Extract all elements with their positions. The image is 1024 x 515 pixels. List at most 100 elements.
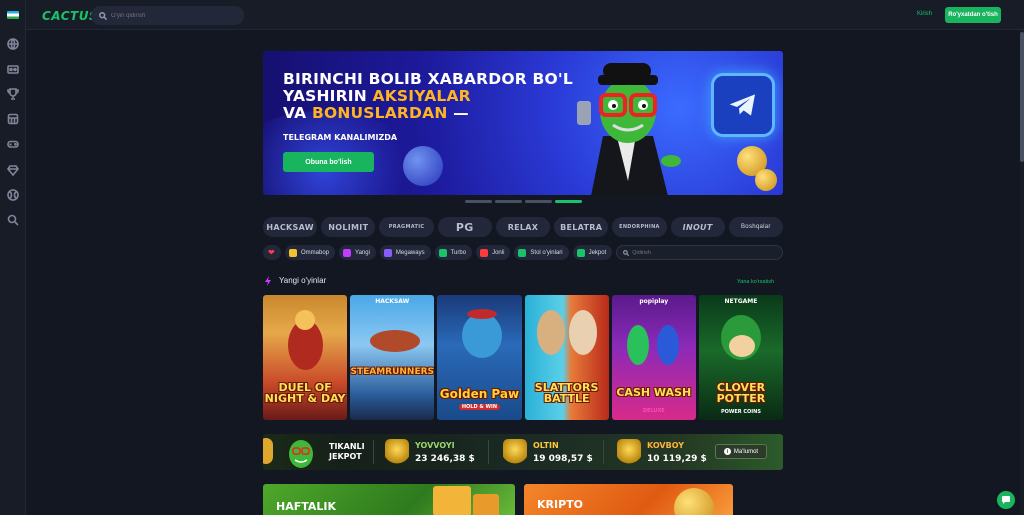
providers-more-button[interactable]: Boshqalar bbox=[728, 217, 783, 237]
game-title: CASH WASH bbox=[616, 386, 692, 399]
game-art bbox=[370, 330, 421, 352]
promo-card-weekly[interactable]: HAFTALIK bbox=[263, 484, 515, 515]
jackpot-amount: 19 098,57 $ bbox=[533, 454, 593, 464]
provider-inout[interactable]: INOUT bbox=[670, 217, 725, 237]
game-title: CLOVER POTTER bbox=[716, 381, 766, 405]
game-subtitle: HOLD & WIN bbox=[459, 404, 500, 410]
provider-nolimit[interactable]: NOLIMIT bbox=[321, 217, 376, 237]
slot-icon[interactable] bbox=[6, 112, 20, 126]
game-art bbox=[656, 325, 679, 365]
banner-dot-active[interactable] bbox=[555, 200, 582, 203]
info-icon: i bbox=[723, 448, 731, 455]
header-search-input[interactable] bbox=[111, 12, 231, 19]
game-card[interactable]: popiplay CASH WASH DELUXE bbox=[611, 295, 696, 420]
language-flag-icon[interactable] bbox=[7, 11, 19, 19]
sports-icon[interactable] bbox=[6, 188, 20, 202]
favorites-chip[interactable]: ❤ bbox=[263, 245, 281, 260]
game-brand: popiplay bbox=[639, 298, 669, 305]
chip-new[interactable]: Yangi bbox=[339, 245, 376, 260]
scrollbar-thumb[interactable] bbox=[1020, 32, 1024, 162]
chip-megaways[interactable]: Megaways bbox=[379, 245, 431, 260]
divider bbox=[488, 440, 489, 464]
game-art bbox=[462, 313, 503, 358]
banner-line-1: BIRINCHI BOLIB XABARDOR BO'L bbox=[283, 70, 573, 88]
live-icon bbox=[480, 248, 489, 257]
chip-turbo[interactable]: Turbo bbox=[434, 245, 473, 260]
banner-line-3: VA BONUSLARDAN — bbox=[283, 104, 469, 122]
casino-icon[interactable] bbox=[6, 62, 20, 76]
telegram-icon bbox=[711, 73, 775, 137]
banner-dot[interactable] bbox=[495, 200, 522, 203]
promo-banner[interactable]: BIRINCHI BOLIB XABARDOR BO'L YASHIRIN AK… bbox=[263, 51, 783, 195]
banner-subtitle: TELEGRAM KANALIMIZDA bbox=[283, 133, 398, 142]
game-card[interactable]: NETGAME CLOVER POTTER POWER COINS bbox=[698, 295, 784, 420]
promo-title: KRIPTO bbox=[537, 498, 584, 511]
cards-icon bbox=[518, 248, 527, 257]
game-title: DUEL OF NIGHT & DAY bbox=[264, 381, 346, 405]
see-all-link[interactable]: Yana ko'rsatish bbox=[737, 279, 774, 285]
game-art bbox=[568, 310, 597, 355]
jackpot-banner: TIKANLI JEKPOT YOVVOYI 23 246,38 $ OLTIN… bbox=[263, 434, 783, 470]
provider-pragmatic[interactable]: PRAGMATIC bbox=[379, 217, 434, 237]
support-chat-button[interactable] bbox=[997, 491, 1015, 509]
subscribe-button[interactable]: Obuna bo'lish bbox=[283, 152, 374, 172]
divider bbox=[603, 440, 604, 464]
provider-endorphina[interactable]: ENDORPHINA bbox=[612, 217, 667, 237]
diamond-icon[interactable] bbox=[6, 163, 20, 177]
game-title: Golden Paw bbox=[439, 387, 520, 401]
game-art bbox=[295, 310, 315, 330]
cactus-mascot-icon bbox=[577, 63, 681, 195]
chip-popular[interactable]: Ommabop bbox=[285, 245, 336, 260]
game-search[interactable] bbox=[616, 245, 783, 260]
game-search-input[interactable] bbox=[632, 249, 733, 256]
game-art bbox=[728, 335, 755, 357]
chip-jackpot[interactable]: Jekpot bbox=[572, 245, 613, 260]
game-title: STEAMRUNNERS bbox=[350, 367, 435, 377]
game-card[interactable]: DUEL OF NIGHT & DAY bbox=[263, 295, 348, 420]
game-card[interactable]: HACKSAW STEAMRUNNERS bbox=[350, 295, 435, 420]
provider-pg[interactable]: PG bbox=[437, 217, 492, 237]
game-card[interactable]: SLATTORS BATTLE bbox=[524, 295, 609, 420]
jackpot-info-button[interactable]: i Ma'lumot bbox=[715, 444, 767, 459]
globe-icon[interactable] bbox=[6, 37, 20, 51]
game-card[interactable]: Golden Paw HOLD & WIN bbox=[437, 295, 522, 420]
gift-icon bbox=[433, 486, 471, 515]
category-filters: ❤ Ommabop Yangi Megaways Turbo Jonli Sto… bbox=[263, 245, 783, 260]
gift-icon bbox=[473, 494, 499, 515]
lightning-icon bbox=[265, 276, 271, 286]
banner-title: BIRINCHI BOLIB XABARDOR BO'L YASHIRIN AK… bbox=[283, 71, 573, 122]
jackpot-pot-icon bbox=[617, 439, 641, 465]
lightning-icon bbox=[343, 248, 352, 257]
provider-relax[interactable]: RELAX bbox=[495, 217, 551, 237]
app-root: CACTUS Kirish Ro'yxatdan o'tish BIRINCHI… bbox=[0, 0, 1024, 515]
promo-card-crypto[interactable]: KRIPTO bbox=[524, 484, 733, 515]
provider-hacksaw[interactable]: HACKSAW bbox=[263, 217, 318, 237]
trophy-icon[interactable] bbox=[6, 87, 20, 101]
provider-belatra[interactable]: BELATRA bbox=[554, 217, 609, 237]
game-art bbox=[536, 310, 565, 355]
chip-table-games[interactable]: Stol o'yinlari bbox=[514, 245, 569, 260]
search-icon bbox=[623, 249, 630, 256]
divider bbox=[373, 440, 374, 464]
gamepad-icon[interactable] bbox=[6, 137, 20, 151]
heart-icon: ❤ bbox=[268, 247, 275, 257]
logo[interactable]: CACTUS bbox=[42, 9, 98, 23]
register-button[interactable]: Ro'yxatdan o'tish bbox=[945, 7, 1001, 23]
banner-dot[interactable] bbox=[465, 200, 492, 203]
chip-live[interactable]: Jonli bbox=[476, 245, 511, 260]
sidebar bbox=[0, 0, 26, 515]
jackpot-pot-icon bbox=[503, 439, 527, 465]
coin-icon bbox=[755, 169, 777, 191]
thumbs-up-icon bbox=[289, 248, 297, 257]
banner-dot[interactable] bbox=[525, 200, 552, 203]
header-search[interactable] bbox=[91, 6, 244, 25]
sidebar-search-icon[interactable] bbox=[6, 213, 20, 227]
page-scrollbar[interactable] bbox=[1020, 30, 1024, 515]
jackpot-amount: 23 246,38 $ bbox=[415, 454, 475, 464]
chat-icon bbox=[1002, 496, 1010, 504]
jackpot-wild: YOVVOYI 23 246,38 $ bbox=[385, 439, 505, 465]
banner-line-2: YASHIRIN AKSIYALAR bbox=[283, 87, 471, 105]
section-title: Yangi o'yinlar bbox=[279, 276, 327, 285]
login-link[interactable]: Kirish bbox=[917, 11, 932, 17]
banner-pagination bbox=[465, 200, 582, 203]
